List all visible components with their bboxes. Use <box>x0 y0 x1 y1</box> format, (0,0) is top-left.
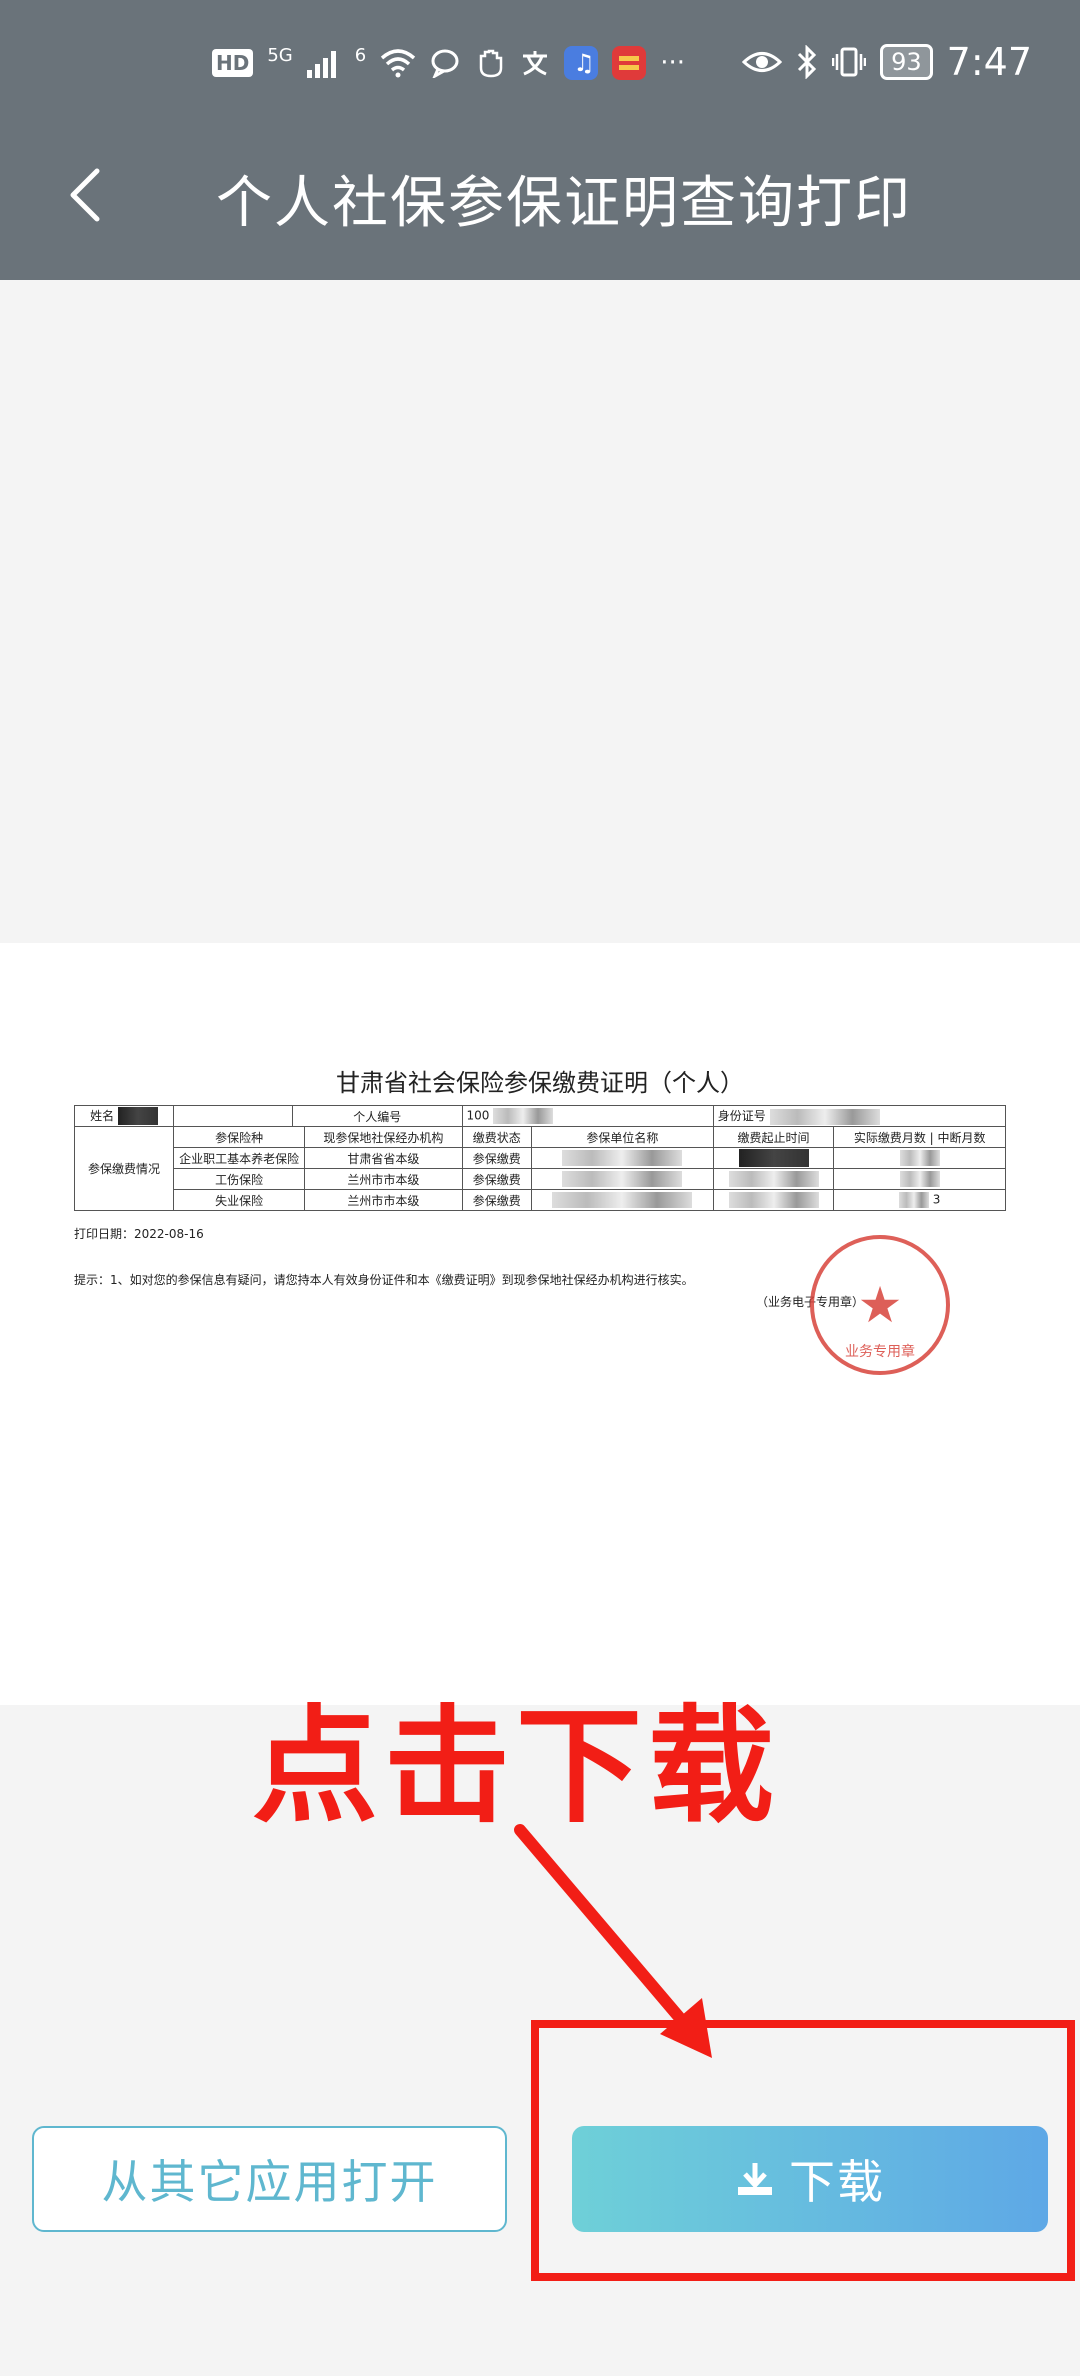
table-cell: 参保缴费情况 <box>74 1126 174 1211</box>
table-cell <box>712 1189 835 1211</box>
table-row: 企业职工基本养老保险 甘肃省省本级 参保缴费 <box>75 1147 1006 1169</box>
table-header-cell: 参保单位名称 <box>531 1126 714 1148</box>
app-notification-icon <box>612 46 647 80</box>
hd-badge: HD <box>212 49 254 77</box>
app-header: HD 5G 6 ♫ ··· 93 7:47 个人社保参保证明查询打印 <box>0 0 1080 280</box>
table-cell <box>712 1168 835 1190</box>
official-seal: ★ 业务专用章 <box>810 1235 950 1375</box>
signal-icon <box>306 51 336 78</box>
back-chevron-icon <box>70 168 100 222</box>
table-cell: 失业保险 <box>172 1189 306 1211</box>
table-cell: 参保缴费 <box>461 1189 533 1211</box>
table-cell: 兰州市市本级 <box>304 1189 463 1211</box>
table-cell <box>833 1168 1006 1190</box>
download-icon <box>738 2163 772 2195</box>
table-cell: 参保缴费 <box>461 1147 533 1169</box>
document-tip: 提示：1、如对您的参保信息有疑问，请您持本人有效身份证件和本《缴费证明》到现参保… <box>74 1273 694 1287</box>
seal-star-icon: ★ <box>857 1276 903 1334</box>
status-time: 7:47 <box>946 40 1032 84</box>
page-title: 个人社保参保证明查询打印 <box>216 171 912 236</box>
table-cell <box>712 1147 835 1169</box>
table-cell <box>531 1189 714 1211</box>
redacted-months <box>899 1150 940 1166</box>
status-left: HD 5G 6 ♫ ··· <box>212 44 685 80</box>
redacted-company <box>562 1171 683 1187</box>
redacted-months <box>899 1171 940 1187</box>
eye-icon <box>742 52 783 72</box>
redacted-period <box>738 1149 809 1167</box>
music-app-icon: ♫ <box>564 46 599 80</box>
open-with-other-app-button[interactable]: 从其它应用打开 <box>32 2126 507 2232</box>
table-header-cell: 现参保地社保经办机构 <box>304 1126 463 1148</box>
translate-icon <box>523 51 548 76</box>
table-header-cell: 参保险种 <box>172 1126 306 1148</box>
status-right: 93 7:47 <box>742 40 1032 84</box>
vibrate-icon <box>832 47 867 77</box>
id-label: 身份证号 <box>717 1109 766 1124</box>
table-header-cell: 缴费起止时间 <box>712 1126 835 1148</box>
redacted-months <box>898 1192 929 1208</box>
person-no-value: 100 <box>466 1108 490 1123</box>
header-months: 实际缴费月数 <box>853 1130 926 1145</box>
wifi-label: 6 <box>354 44 367 66</box>
nav-bar: 个人社保参保证明查询打印 <box>0 140 1080 250</box>
table-row: 姓名 个人编号 100 身份证号 <box>74 1105 1007 1127</box>
print-date: 打印日期：2022-08-16 <box>74 1227 204 1241</box>
table-row: 失业保险 兰州市市本级 参保缴费 3 <box>75 1189 1006 1211</box>
hand-icon <box>479 49 503 78</box>
wifi-icon <box>381 49 416 78</box>
table-row: 工伤保险 兰州市市本级 参保缴费 <box>75 1168 1006 1190</box>
interrupt-value: 3 <box>932 1192 941 1207</box>
table-cell: 100 <box>461 1105 714 1127</box>
header-interrupt: 中断月数 <box>937 1130 986 1145</box>
chat-bubble-icon <box>431 49 459 78</box>
table-cell <box>531 1168 714 1190</box>
redacted-name <box>117 1107 158 1126</box>
table-cell <box>531 1147 714 1169</box>
table-cell: 姓名 <box>74 1105 174 1127</box>
download-label: 下载 <box>789 2155 885 2209</box>
download-button[interactable]: 下载 <box>572 2126 1048 2232</box>
redacted-period <box>728 1171 819 1187</box>
back-button[interactable] <box>50 160 120 230</box>
redacted-person-no <box>493 1108 554 1124</box>
table-header-cell: 缴费状态 <box>461 1126 533 1148</box>
table-cell: 3 <box>833 1189 1006 1211</box>
battery-indicator: 93 <box>880 44 933 80</box>
name-label: 姓名 <box>90 1108 115 1123</box>
redacted-id <box>769 1108 880 1125</box>
seal-text: 业务专用章 <box>845 1344 915 1360</box>
screen: HD 5G 6 ♫ ··· 93 7:47 个人社保参保证明查询打印 甘肃省社会… <box>0 0 1080 2376</box>
table-row: 参保缴费情况 参保险种 现参保地社保经办机构 缴费状态 参保单位名称 缴费起止时… <box>74 1126 1006 1211</box>
document-title: 甘肃省社会保险参保缴费证明（个人） <box>336 1069 744 1097</box>
table-cell: 参保缴费 <box>461 1168 533 1190</box>
table-cell <box>833 1147 1006 1169</box>
table-cell: 工伤保险 <box>172 1168 306 1190</box>
preview-top-padding <box>0 280 1080 943</box>
document-preview: 甘肃省社会保险参保缴费证明（个人） 姓名 个人编号 100 身份证号 参保缴费情… <box>0 943 1080 1705</box>
table-cell: 身份证号 <box>712 1105 1007 1127</box>
table-header-cell: 实际缴费月数 | 中断月数 <box>833 1126 1006 1148</box>
document-table: 姓名 个人编号 100 身份证号 参保缴费情况 参保险种 现参保地社保经办机构 … <box>74 1105 1007 1211</box>
bluetooth-icon <box>798 45 817 79</box>
more-notifications: ··· <box>660 48 685 78</box>
status-bar: HD 5G 6 ♫ ··· 93 7:47 <box>0 36 1080 100</box>
table-cell: 甘肃省省本级 <box>304 1147 463 1169</box>
table-cell: 企业职工基本养老保险 <box>172 1147 306 1169</box>
redacted-company <box>562 1150 683 1166</box>
table-cell: 个人编号 <box>292 1105 463 1127</box>
table-cell <box>173 1105 293 1127</box>
table-cell: 兰州市市本级 <box>304 1168 463 1190</box>
network-label: 5G <box>267 44 293 66</box>
redacted-company <box>552 1192 693 1208</box>
redacted-period <box>728 1192 819 1208</box>
